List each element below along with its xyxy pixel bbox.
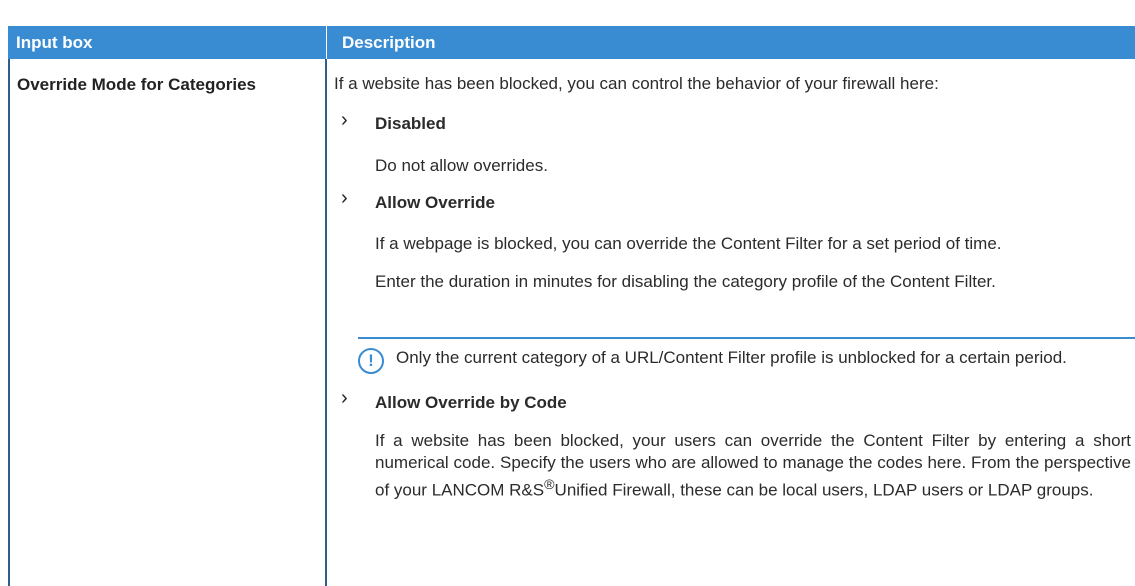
option-disabled-text: Do not allow overrides. bbox=[375, 156, 548, 175]
note-text: Only the current category of a URL/Conte… bbox=[396, 348, 1067, 367]
header-separator bbox=[326, 26, 327, 59]
info-exclamation-icon: ! bbox=[358, 348, 384, 374]
option-allow-override-title: Allow Override bbox=[375, 193, 495, 212]
option-disabled-title: Disabled bbox=[375, 114, 446, 133]
registered-mark: ® bbox=[544, 477, 555, 493]
column-header-description: Description bbox=[342, 33, 436, 52]
option-allow-override-text1: If a webpage is blocked, you can overrid… bbox=[375, 234, 1002, 253]
chevron-right-icon: › bbox=[341, 109, 348, 131]
table-header: Input box Description bbox=[8, 26, 1135, 59]
option-allow-override-by-code-title: Allow Override by Code bbox=[375, 393, 567, 412]
option-allow-override-text2: Enter the duration in minutes for disabl… bbox=[375, 272, 996, 291]
cropped-heading bbox=[0, 0, 1135, 26]
chevron-right-icon: › bbox=[341, 387, 348, 409]
column-header-input-box: Input box bbox=[16, 33, 93, 52]
row-term: Override Mode for Categories bbox=[17, 75, 257, 94]
table-column-divider bbox=[325, 59, 327, 586]
table-left-border bbox=[8, 59, 10, 586]
chevron-right-icon: › bbox=[341, 187, 348, 209]
option-allow-override-by-code-text: If a website has been blocked, your user… bbox=[375, 430, 1131, 502]
note-top-rule bbox=[358, 337, 1135, 339]
code-text-part2: Unified Firewall, these can be local use… bbox=[554, 480, 1094, 500]
row-intro: If a website has been blocked, you can c… bbox=[334, 74, 939, 93]
